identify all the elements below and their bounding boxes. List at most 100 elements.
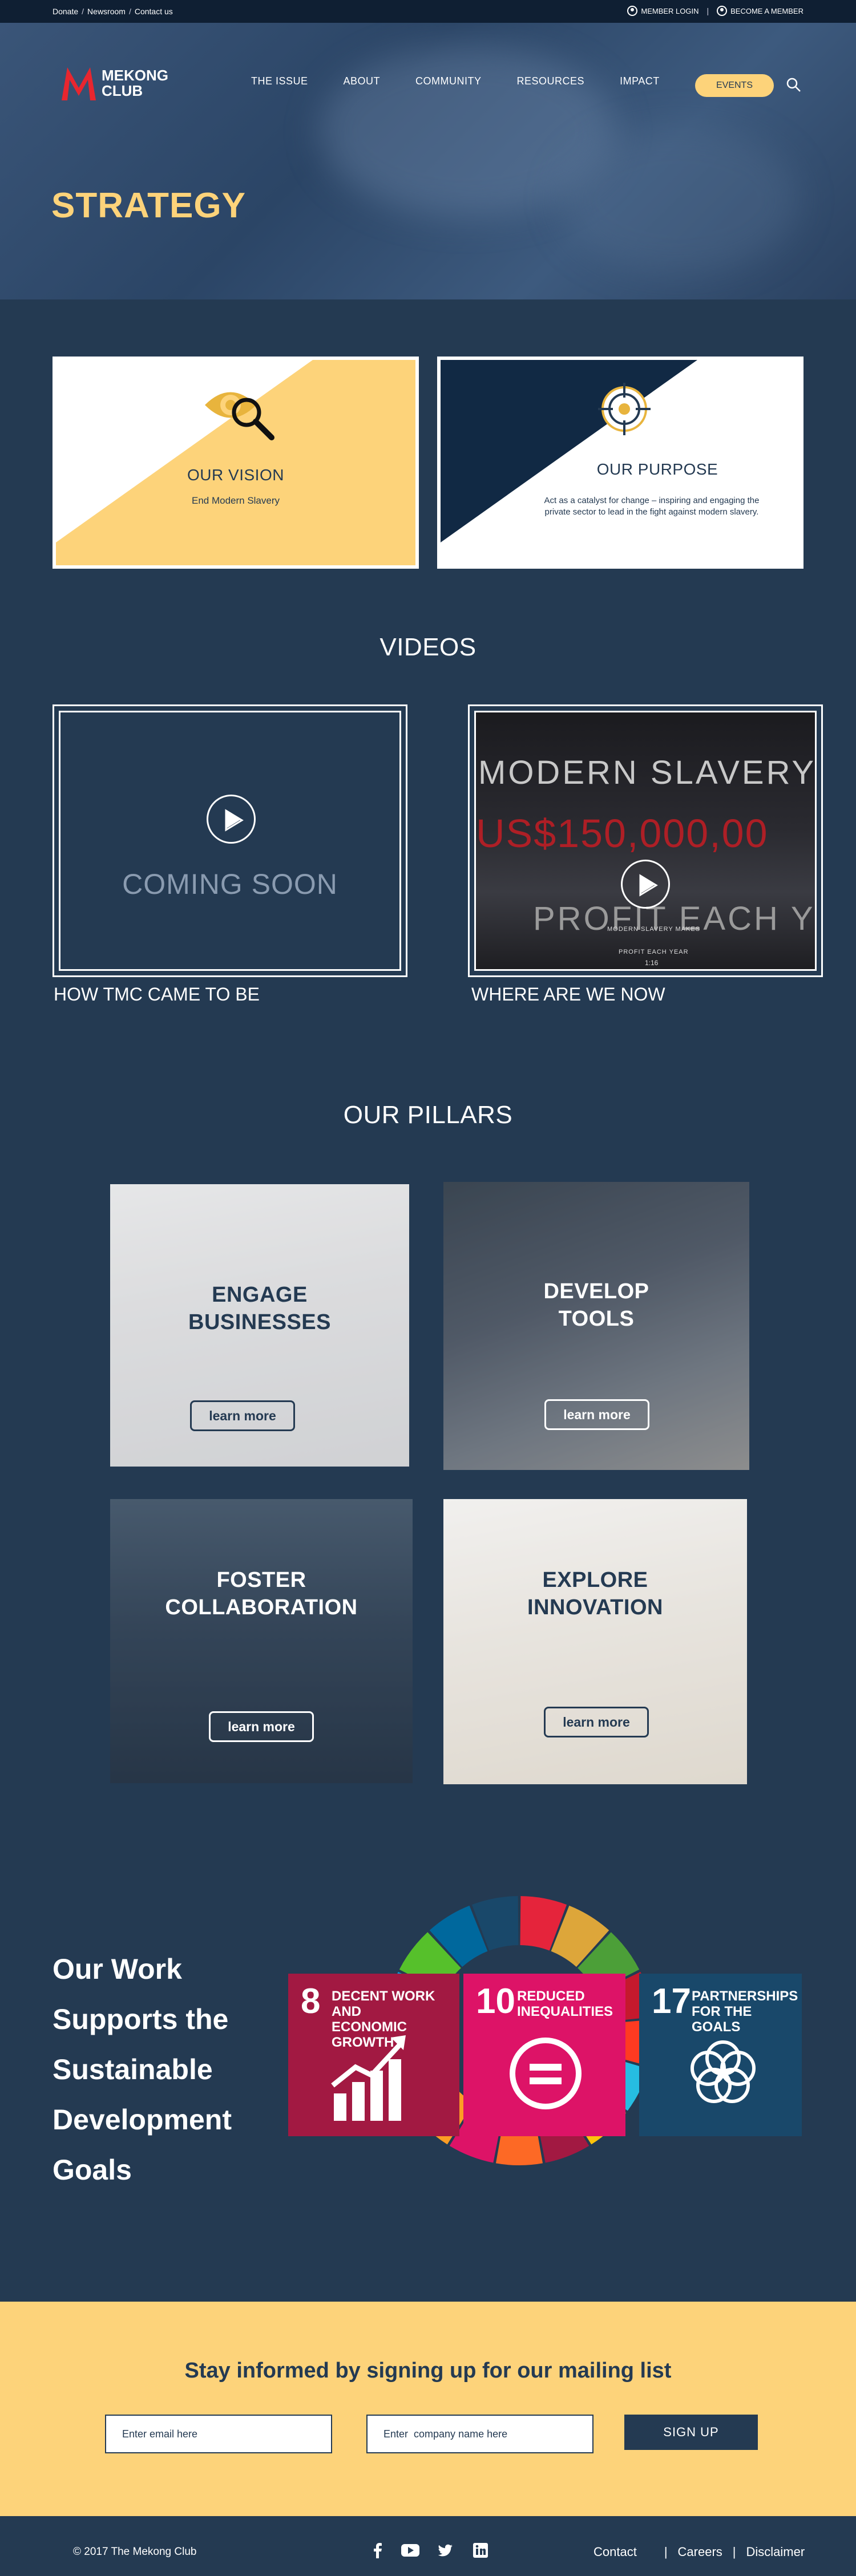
- vision-eye-icon: [205, 392, 274, 440]
- nav-resources[interactable]: RESOURCES: [517, 75, 585, 87]
- sdg-heading-line: Supports the: [53, 2003, 229, 2035]
- play-icon[interactable]: [621, 860, 670, 909]
- member-login-link[interactable]: MEMBER LOGIN: [627, 6, 698, 16]
- purpose-title: OUR PURPOSE: [596, 460, 718, 478]
- copyright-text: © 2017 The Mekong Club: [73, 2546, 197, 2558]
- growth-chart-icon: [331, 2035, 406, 2121]
- learn-more-button[interactable]: learn more: [190, 1400, 295, 1431]
- pillar-title-line: FOSTER: [216, 1568, 306, 1592]
- twitter-icon[interactable]: [437, 2542, 453, 2558]
- pillar-develop-tools[interactable]: DEVELOP TOOLS learn more: [443, 1182, 749, 1470]
- sdg-number: 17: [652, 1982, 691, 2021]
- video-thumbnail: COMING SOON: [59, 711, 401, 971]
- nav-the-issue[interactable]: THE ISSUE: [251, 75, 308, 87]
- pillar-overlay: [443, 1499, 747, 1784]
- video-tile-1[interactable]: COMING SOON: [53, 704, 407, 977]
- donate-link[interactable]: Donate: [53, 7, 78, 16]
- site-logo[interactable]: MEKONG CLUB: [58, 63, 168, 104]
- pillar-explore-innovation[interactable]: EXPLORE INNOVATION learn more: [443, 1499, 747, 1784]
- footer-careers-link[interactable]: Careers: [678, 2545, 722, 2559]
- video-tile-2[interactable]: MODERN SLAVERY US$150,000,00 PROFIT EACH…: [468, 704, 823, 977]
- video-duration: 1:16: [645, 959, 659, 967]
- pillar-engage-businesses[interactable]: ENGAGE BUSINESSES learn more: [110, 1184, 409, 1467]
- footer-disclaimer-link[interactable]: Disclaimer: [746, 2545, 805, 2559]
- user-icon: [627, 6, 638, 16]
- video-caption-1: HOW TMC CAME TO BE: [54, 984, 260, 1005]
- sdg-label-line: REDUCED: [517, 1988, 585, 2004]
- coming-soon-text: COMING SOON: [122, 868, 338, 900]
- hero-banner: MEKONG CLUB THE ISSUE ABOUT COMMUNITY RE…: [0, 23, 856, 299]
- sdg-label-line: PARTNERSHIPS: [692, 1988, 798, 2004]
- become-member-label: BECOME A MEMBER: [730, 6, 803, 15]
- footer-links: Contact | Careers | Disclaimer: [593, 2545, 805, 2559]
- newsroom-link[interactable]: Newsroom: [87, 7, 126, 16]
- sdg-card-8[interactable]: 8 DECENT WORK AND ECONOMIC GROWTH: [288, 1974, 459, 2136]
- sign-up-button[interactable]: SIGN UP: [624, 2415, 758, 2450]
- sdg-card-10[interactable]: 10 REDUCED INEQUALITIES: [463, 1974, 625, 2136]
- pillar-title-line: EXPLORE: [542, 1568, 648, 1592]
- separator: |: [664, 2545, 668, 2559]
- sdg-number: 10: [476, 1982, 515, 2021]
- member-login-label: MEMBER LOGIN: [641, 6, 699, 15]
- logo-text: MEKONG CLUB: [102, 68, 168, 99]
- sdg-number: 8: [301, 1982, 321, 2021]
- pillar-title: FOSTER COLLABORATION: [110, 1566, 413, 1621]
- video-thumbnail: MODERN SLAVERY US$150,000,00 PROFIT EACH…: [474, 711, 817, 971]
- pillar-title: EXPLORE INNOVATION: [443, 1566, 747, 1621]
- sdg-heading-line: Development: [53, 2104, 232, 2136]
- equal-sign-icon: [510, 2038, 582, 2109]
- pillar-title-line: COLLABORATION: [165, 1595, 358, 1619]
- page-title: STRATEGY: [51, 186, 246, 225]
- pillar-title-line: DEVELOP: [543, 1279, 649, 1303]
- pillars-heading: OUR PILLARS: [343, 1101, 513, 1129]
- vision-card: OUR VISION End Modern Slavery: [53, 357, 419, 569]
- main-nav: THE ISSUE ABOUT COMMUNITY RESOURCES IMPA…: [251, 75, 695, 87]
- events-button[interactable]: EVENTS: [695, 74, 774, 97]
- nav-community[interactable]: COMMUNITY: [415, 75, 482, 87]
- email-input[interactable]: [105, 2415, 332, 2453]
- pillar-title-line: TOOLS: [558, 1307, 635, 1331]
- newsletter-heading: Stay informed by signing up for our mail…: [184, 2359, 672, 2383]
- contact-us-link[interactable]: Contact us: [135, 7, 173, 16]
- learn-more-button[interactable]: learn more: [209, 1711, 314, 1742]
- vision-title: OUR VISION: [187, 466, 284, 484]
- separator: |: [732, 2545, 736, 2559]
- purpose-text-1: Act as a catalyst for change – inspiring…: [544, 496, 760, 505]
- video-small-2: PROFIT EACH YEAR: [619, 949, 689, 955]
- linkedin-icon[interactable]: [473, 2542, 488, 2558]
- logo-line-2: CLUB: [102, 82, 143, 99]
- pillar-foster-collaboration[interactable]: FOSTER COLLABORATION learn more: [110, 1499, 413, 1783]
- separator: |: [706, 6, 709, 15]
- play-icon[interactable]: [207, 795, 256, 844]
- facebook-icon[interactable]: [370, 2542, 386, 2558]
- learn-more-button[interactable]: learn more: [544, 1399, 649, 1430]
- pillar-title: ENGAGE BUSINESSES: [110, 1281, 409, 1336]
- company-name-input[interactable]: [366, 2415, 593, 2453]
- partnership-flower-icon: [691, 2040, 756, 2103]
- pillar-title-line: BUSINESSES: [188, 1310, 331, 1334]
- nav-impact[interactable]: IMPACT: [620, 75, 660, 87]
- sdg-heading-line: Our Work: [53, 1953, 182, 1985]
- become-member-link[interactable]: BECOME A MEMBER: [717, 6, 803, 16]
- search-icon[interactable]: [786, 78, 801, 92]
- sdg-label: PARTNERSHIPS FOR THE GOALS: [692, 1988, 802, 2035]
- pillar-title-line: INNOVATION: [527, 1595, 663, 1619]
- footer-contact-link[interactable]: Contact: [593, 2545, 637, 2559]
- nav-about[interactable]: ABOUT: [344, 75, 381, 87]
- learn-more-button[interactable]: learn more: [544, 1707, 649, 1737]
- sdg-heading: Our Work Supports the Sustainable Develo…: [53, 1944, 269, 2195]
- separator: /: [128, 7, 131, 16]
- sdg-label-line: FOR THE GOALS: [692, 2004, 752, 2035]
- purpose-text-2: private sector to lead in the fight agai…: [544, 507, 759, 517]
- separator: /: [82, 7, 84, 16]
- video-line-2: US$150,000,00: [476, 811, 769, 856]
- pillar-title: DEVELOP TOOLS: [443, 1278, 749, 1332]
- sdg-card-17[interactable]: 17 PARTNERSHIPS FOR THE GOALS: [639, 1974, 802, 2136]
- account-links: MEMBER LOGIN | BECOME A MEMBER: [627, 6, 803, 16]
- sdg-heading-line: Goals: [53, 2154, 132, 2186]
- utility-bar: Donate / Newsroom / Contact us MEMBER LO…: [0, 0, 856, 23]
- purpose-card: OUR PURPOSE Act as a catalyst for change…: [437, 357, 803, 569]
- mekong-logo-icon: [62, 67, 96, 100]
- newsletter-section: Stay informed by signing up for our mail…: [0, 2302, 856, 2516]
- youtube-icon[interactable]: [401, 2542, 420, 2558]
